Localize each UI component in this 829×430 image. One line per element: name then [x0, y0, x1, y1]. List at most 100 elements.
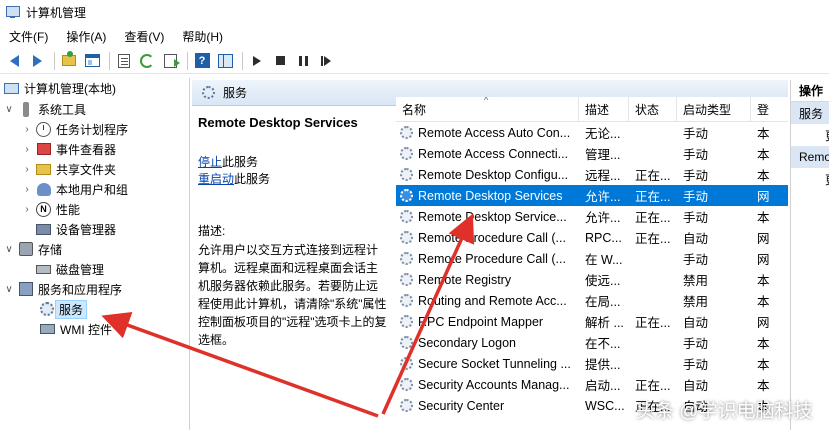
column-header-status[interactable]: 状态	[629, 97, 677, 121]
collapse-chevron-icon[interactable]: ∨	[4, 244, 14, 255]
service-name-text: Remote Desktop Configu...	[418, 167, 569, 182]
export-list-button[interactable]	[160, 51, 180, 71]
actions-more-2[interactable]: 更	[791, 168, 829, 190]
actions-more-1[interactable]: 更	[791, 124, 829, 146]
pause-service-button[interactable]	[293, 51, 313, 71]
service-row[interactable]: RPC Endpoint Mapper 解析 ... 正在... 自动 网	[396, 311, 788, 332]
service-row[interactable]: Remote Access Auto Con... 无论... 手动 本	[396, 122, 788, 143]
column-header-startup-type[interactable]: 启动类型	[677, 97, 751, 121]
menu-help[interactable]: 帮助(H)	[173, 28, 232, 45]
service-status-cell: 正在...	[635, 316, 671, 330]
title-bar: 计算机管理	[0, 0, 829, 24]
expand-chevron-icon[interactable]: ›	[22, 144, 32, 155]
tree-item-root[interactable]: 计算机管理(本地)	[4, 78, 116, 98]
back-button[interactable]	[4, 51, 24, 71]
tree-item-task-scheduler[interactable]: › 任务计划程序	[22, 119, 128, 139]
action-pane-button[interactable]	[215, 51, 235, 71]
tree-item-shared-folders[interactable]: › 共享文件夹	[22, 159, 116, 179]
help-button[interactable]: ?	[192, 51, 212, 71]
up-level-button[interactable]	[59, 51, 79, 71]
tree-item-event-viewer[interactable]: › 事件查看器	[22, 139, 116, 159]
device-manager-icon	[36, 223, 51, 235]
service-row[interactable]: Remote Access Connecti... 管理... 手动 本	[396, 143, 788, 164]
service-description-cell: 使远...	[585, 274, 621, 288]
tree-item-system-tools[interactable]: ∨ 系统工具	[4, 99, 86, 119]
column-header-description[interactable]: 描述	[579, 97, 629, 121]
expand-chevron-icon[interactable]: ›	[22, 164, 32, 175]
expand-chevron-icon[interactable]: ›	[22, 124, 32, 135]
service-row[interactable]: Remote Registry 使远... 禁用 本	[396, 269, 788, 290]
services-list: ^ 名称 描述 状态 启动类型 登 Remote Access Auto Con…	[396, 97, 788, 430]
service-row[interactable]: Remote Desktop Services 允许... 正在... 手动 网	[396, 185, 788, 206]
service-name-text: Remote Desktop Services	[418, 188, 563, 203]
column-header-logon[interactable]: 登	[751, 97, 788, 121]
actions-group-remote[interactable]: Remote	[791, 146, 829, 168]
service-startup-cell: 手动	[683, 253, 709, 267]
toolbar: ?	[0, 48, 829, 74]
menu-bar: 文件(F) 操作(A) 查看(V) 帮助(H)	[0, 26, 829, 46]
service-logon-cell: 本	[757, 148, 770, 162]
stop-service-link[interactable]: 停止	[198, 155, 222, 169]
menu-action[interactable]: 操作(A)	[57, 28, 115, 45]
refresh-button[interactable]	[137, 51, 157, 71]
tree-item-local-users[interactable]: › 本地用户和组	[22, 179, 128, 199]
column-header-name[interactable]: ^ 名称	[396, 97, 579, 121]
menu-view[interactable]: 查看(V)	[115, 28, 173, 45]
expand-chevron-icon[interactable]: ›	[22, 204, 32, 215]
service-gear-icon	[400, 210, 413, 223]
service-name-cell: Remote Procedure Call (...	[396, 252, 579, 266]
event-viewer-icon	[36, 143, 51, 155]
service-description-cell: 允许...	[585, 190, 621, 204]
tree-item-services[interactable]: 服务	[40, 299, 88, 319]
tree-item-device-manager[interactable]: 设备管理器	[36, 219, 116, 239]
service-logon-cell: 本	[757, 169, 770, 183]
service-logon-cell: 网	[757, 232, 770, 246]
tree-item-services-apps[interactable]: ∨ 服务和应用程序	[4, 279, 122, 299]
clock-icon	[36, 121, 51, 137]
actions-pane: 操作 服务 更 Remote 更	[790, 80, 829, 430]
users-icon	[36, 182, 51, 196]
service-row[interactable]: Remote Desktop Service... 允许... 正在... 手动 本	[396, 206, 788, 227]
service-row[interactable]: Secure Socket Tunneling ... 提供... 手动 本	[396, 353, 788, 374]
service-logon-cell: 本	[757, 379, 770, 393]
restart-service-button[interactable]	[316, 51, 336, 71]
properties-button[interactable]	[114, 51, 134, 71]
service-row[interactable]: Remote Procedure Call (... RPC... 正在... 自动 网	[396, 227, 788, 248]
service-description-cell: 管理...	[585, 148, 621, 162]
service-description-cell: 远程...	[585, 169, 621, 183]
service-logon-cell: 本	[757, 295, 770, 309]
start-service-button[interactable]	[247, 51, 267, 71]
service-description-cell: RPC...	[585, 230, 622, 245]
window-title: 计算机管理	[26, 5, 87, 20]
service-status-cell: 正在...	[635, 169, 671, 183]
service-row[interactable]: Routing and Remote Acc... 在局... 禁用 本	[396, 290, 788, 311]
collapse-chevron-icon[interactable]: ∨	[4, 284, 14, 295]
menu-file[interactable]: 文件(F)	[0, 28, 57, 45]
tree-item-storage[interactable]: ∨ 存储	[4, 239, 62, 259]
service-startup-cell: 自动	[683, 316, 709, 330]
restart-service-link[interactable]: 重启动	[198, 172, 234, 186]
tree-label: 任务计划程序	[56, 122, 129, 137]
tree-label: 系统工具	[38, 102, 87, 117]
service-name-text: Security Center	[418, 398, 505, 413]
service-gear-icon	[400, 252, 413, 265]
tree-item-performance[interactable]: › N 性能	[22, 199, 80, 219]
service-row[interactable]: Remote Procedure Call (... 在 W... 手动 网	[396, 248, 788, 269]
service-name-text: RPC Endpoint Mapper	[418, 314, 544, 329]
service-row[interactable]: Security Accounts Manag... 启动... 正在... 自动 本	[396, 374, 788, 395]
service-name-cell: Remote Procedure Call (...	[396, 231, 579, 245]
collapse-chevron-icon[interactable]: ∨	[4, 104, 14, 115]
service-name-text: Remote Procedure Call (...	[418, 230, 566, 245]
stop-service-button[interactable]	[270, 51, 290, 71]
services-pane: 服务 Remote Desktop Services 停止此服务 重启动此服务 …	[192, 80, 788, 430]
service-row[interactable]: Remote Desktop Configu... 远程... 正在... 手动 本	[396, 164, 788, 185]
show-hide-tree-button[interactable]	[82, 51, 102, 71]
service-name-cell: Remote Desktop Services	[396, 189, 579, 203]
tree-item-wmi[interactable]: WMI 控件	[40, 319, 112, 339]
expand-chevron-icon[interactable]: ›	[22, 184, 32, 195]
service-logon-cell: 网	[757, 190, 770, 204]
service-row[interactable]: Secondary Logon 在不... 手动 本	[396, 332, 788, 353]
actions-group-services[interactable]: 服务	[791, 102, 829, 124]
tree-item-disk-management[interactable]: 磁盘管理	[36, 259, 104, 279]
forward-button[interactable]	[27, 51, 47, 71]
